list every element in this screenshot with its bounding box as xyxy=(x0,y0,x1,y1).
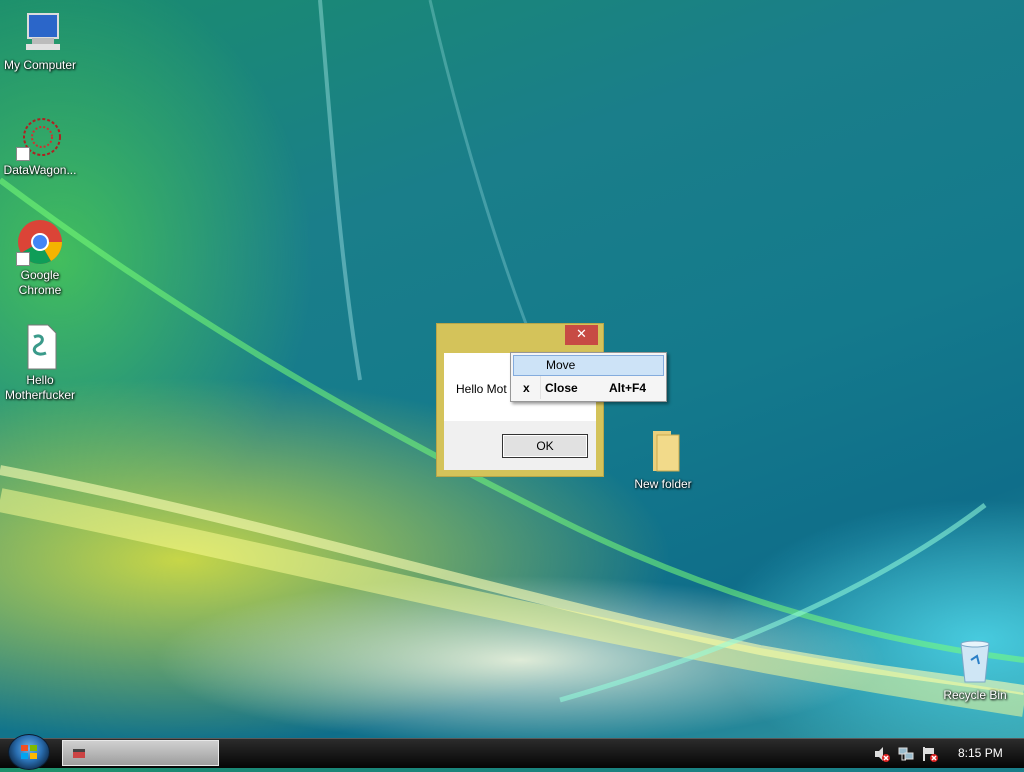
speaker-muted-icon[interactable] xyxy=(874,746,890,762)
taskbar-window-button[interactable] xyxy=(62,740,219,766)
recycle-bin-icon xyxy=(951,638,999,686)
desktop-icon-my-computer[interactable]: My Computer xyxy=(0,8,80,73)
network-icon[interactable] xyxy=(898,746,914,762)
chrome-icon xyxy=(16,218,64,266)
desktop-icon-label: Google Chrome xyxy=(18,268,62,297)
menu-item-close[interactable]: x Close Alt+F4 xyxy=(513,378,664,399)
close-mark-icon: x xyxy=(523,381,530,395)
menu-item-label: Close xyxy=(545,381,578,395)
desktop-icon-label: Recycle Bin xyxy=(943,688,1007,702)
desktop-icon-label: New folder xyxy=(634,477,692,491)
datawagon-icon xyxy=(16,113,64,161)
desktop-icon-google-chrome[interactable]: Google Chrome xyxy=(0,218,80,298)
menu-item-label: Move xyxy=(546,358,576,372)
close-button[interactable]: ✕ xyxy=(565,325,598,345)
shortcut-arrow-icon xyxy=(16,252,30,266)
script-file-icon xyxy=(16,323,64,371)
desktop-icon-new-folder[interactable]: New folder xyxy=(623,427,703,492)
shortcut-arrow-icon xyxy=(16,147,30,161)
desktop-icon-recycle-bin[interactable]: Recycle Bin xyxy=(935,638,1015,703)
taskbar-clock[interactable]: 8:15 PM xyxy=(958,746,1003,760)
desktop-icon-hello-script[interactable]: Hello Motherfucker xyxy=(0,323,80,403)
windows-logo-icon xyxy=(21,745,37,759)
desktop-icon-label: DataWagon... xyxy=(3,163,77,177)
desktop-icon-label: Hello Motherfucker xyxy=(4,373,76,402)
flag-alert-icon[interactable] xyxy=(922,746,938,762)
desktop-icon-label: My Computer xyxy=(3,58,77,72)
menu-item-accelerator: Alt+F4 xyxy=(609,381,647,395)
folder-icon xyxy=(639,427,687,475)
computer-icon xyxy=(16,8,64,56)
desktop-icon-datawagon[interactable]: DataWagon... xyxy=(0,113,80,178)
start-button[interactable] xyxy=(8,734,50,770)
message-text: Hello Mot xyxy=(456,382,507,396)
menu-item-move[interactable]: Move xyxy=(513,355,664,376)
app-window-icon xyxy=(73,749,85,758)
ok-button[interactable]: OK xyxy=(502,434,588,458)
window-context-menu: Move x Close Alt+F4 xyxy=(510,352,667,402)
